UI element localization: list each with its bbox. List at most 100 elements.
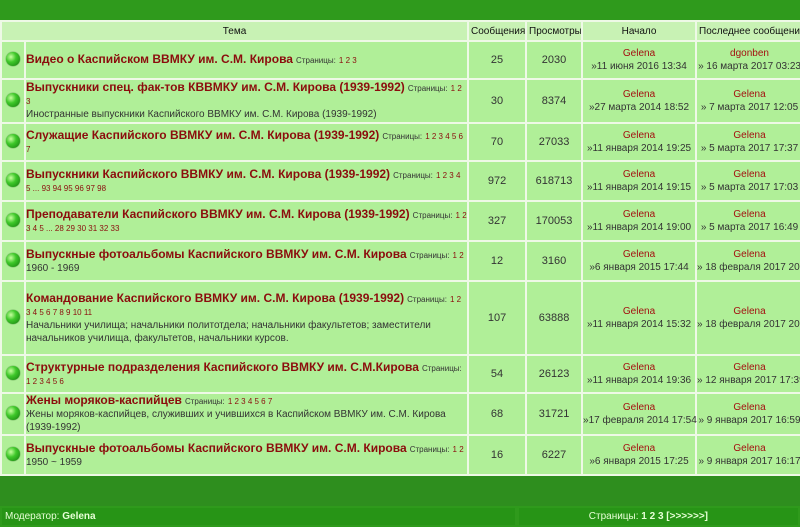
last-author-link[interactable]: Gelena	[697, 129, 800, 142]
start-author-link[interactable]: Gelena	[583, 129, 695, 142]
start-author-link[interactable]: Gelena	[583, 401, 695, 414]
start-date: »17 февраля 2014 17:54	[583, 415, 697, 426]
start-author-link[interactable]: Gelena	[583, 88, 695, 101]
start-author-link[interactable]: Gelena	[583, 248, 695, 261]
header-views: Просмотры	[527, 22, 582, 40]
topic-table: Тема Сообщения Просмотры Начало Последне…	[0, 20, 800, 476]
topic-cell: Выпускники Каспийского ВВМКУ им. С.М. Ки…	[26, 162, 468, 200]
start-date: »11 января 2014 19:25	[586, 143, 692, 154]
topic-cell: Командование Каспийского ВВМКУ им. С.М. …	[26, 282, 468, 354]
topic-page-links[interactable]: 1 2	[453, 251, 464, 260]
moderator-label: Модератор:	[5, 511, 60, 522]
topic-page-links[interactable]: 1 2 3	[339, 56, 357, 65]
start-author-link[interactable]: Gelena	[583, 361, 695, 374]
last-author-link[interactable]: Gelena	[697, 208, 800, 221]
footer-pages-label: Страницы:	[588, 511, 639, 522]
last-author-link[interactable]: dgonben	[697, 47, 800, 60]
topic-page-links[interactable]: 1 2	[453, 445, 464, 454]
topic-cell: Преподаватели Каспийского ВВМКУ им. С.М.…	[26, 202, 468, 240]
topic-pages-label: Страницы:	[393, 170, 433, 180]
table-row: Служащие Каспийского ВВМКУ им. С.М. Киро…	[2, 124, 800, 160]
last-post-date[interactable]: » 5 марта 2017 17:37	[697, 142, 800, 155]
topic-messages-count: 107	[469, 282, 526, 354]
topic-pages-label: Страницы:	[184, 397, 225, 406]
topic-cell: Выпускные фотоальбомы Каспийского ВВМКУ …	[26, 436, 468, 474]
topic-pages-label: Страницы:	[409, 250, 450, 260]
topic-start-cell: Gelena »27 марта 2014 18:52	[583, 80, 696, 122]
last-post-date[interactable]: » 18 февраля 2017 20:43	[697, 261, 800, 274]
topic-start-cell: Gelena »11 января 2014 15:32	[583, 282, 696, 354]
start-author-link[interactable]: Gelena	[583, 168, 695, 181]
last-post-date[interactable]: » 7 марта 2017 12:05	[697, 101, 800, 114]
table-row: Структурные подразделения Каспийского ВВ…	[2, 356, 800, 392]
last-author-link[interactable]: Gelena	[697, 305, 800, 318]
last-post-date[interactable]: » 9 января 2017 16:59	[697, 414, 800, 427]
topic-title-link[interactable]: Выпускники Каспийского ВВМКУ им. С.М. Ки…	[26, 167, 390, 181]
topic-start-cell: Gelena »6 января 2015 17:44	[583, 242, 696, 280]
start-author-link[interactable]: Gelena	[583, 208, 695, 221]
topic-last-post-cell: Gelena» 9 января 2017 16:17	[697, 436, 800, 474]
topic-status-icon	[6, 365, 20, 380]
last-post-date[interactable]: » 5 марта 2017 16:49	[697, 221, 800, 234]
topic-status-icon	[6, 405, 20, 420]
last-author-link[interactable]: Gelena	[697, 88, 800, 101]
topic-page-links[interactable]: 1 2 3 4 5 6 7	[228, 397, 272, 406]
topic-messages-count: 16	[469, 436, 526, 474]
topic-status-icon	[6, 446, 20, 461]
start-author-link[interactable]: Gelena	[583, 442, 695, 455]
topic-description: Иностранные выпускники Каспийского ВВМКУ…	[26, 109, 377, 120]
last-author-link[interactable]: Gelena	[697, 401, 800, 414]
footer-page-links[interactable]: 1 2 3 [>>>>>>]	[641, 511, 708, 522]
topic-title-link[interactable]: Выпускники спец. фак-тов КВВМКУ им. С.М.…	[26, 80, 405, 94]
topic-start-cell: Gelena »11 января 2014 19:00	[583, 202, 696, 240]
topic-status-cell	[2, 80, 24, 122]
topic-pages-label: Страницы:	[296, 56, 336, 65]
topic-start-cell: Gelena »11 июня 2016 13:34	[583, 42, 696, 78]
last-author-link[interactable]: Gelena	[697, 361, 800, 374]
topic-pages-label: Страницы:	[412, 210, 453, 220]
last-post-date[interactable]: » 5 марта 2017 17:03	[697, 181, 800, 194]
footer-bar: Модератор: Gelena Страницы: 1 2 3 [>>>>>…	[0, 506, 800, 527]
topic-last-post-cell: Gelena» 7 марта 2017 12:05	[697, 80, 800, 122]
moderator-info: Модератор: Gelena	[2, 508, 515, 525]
topic-cell: Видео о Каспийском ВВМКУ им. С.М. Кирова…	[26, 42, 468, 78]
table-row: Преподаватели Каспийского ВВМКУ им. С.М.…	[2, 202, 800, 240]
topic-messages-count: 25	[469, 42, 526, 78]
last-post-date[interactable]: » 12 января 2017 17:39	[697, 374, 800, 387]
moderator-link[interactable]: Gelena	[62, 511, 95, 522]
topic-status-cell	[2, 356, 24, 392]
topic-title-link[interactable]: Видео о Каспийском ВВМКУ им. С.М. Кирова	[26, 52, 293, 66]
last-author-link[interactable]: Gelena	[697, 168, 800, 181]
topic-status-icon	[6, 133, 20, 148]
topic-last-post-cell: Gelena» 9 января 2017 16:59	[697, 394, 800, 434]
start-date: »11 июня 2016 13:34	[591, 61, 687, 72]
topic-title-link[interactable]: Служащие Каспийского ВВМКУ им. С.М. Киро…	[26, 128, 379, 142]
topic-status-cell	[2, 394, 24, 434]
topic-title-link[interactable]: Структурные подразделения Каспийского ВВ…	[26, 360, 419, 374]
topic-messages-count: 327	[469, 202, 526, 240]
topic-title-link[interactable]: Жены моряков-каспийцев	[26, 393, 182, 407]
start-author-link[interactable]: Gelena	[583, 305, 695, 318]
last-author-link[interactable]: Gelena	[697, 442, 800, 455]
topic-title-link[interactable]: Выпускные фотоальбомы Каспийского ВВМКУ …	[26, 441, 407, 455]
topic-views-count: 27033	[527, 124, 582, 160]
last-post-date[interactable]: » 18 февраля 2017 20:14	[697, 318, 800, 331]
topic-title-link[interactable]: Выпускные фотоальбомы Каспийского ВВМКУ …	[26, 247, 407, 261]
topic-title-link[interactable]: Командование Каспийского ВВМКУ им. С.М. …	[26, 291, 404, 305]
topic-pages-label: Страницы:	[409, 444, 450, 454]
topic-page-links[interactable]: 1 2 3 4 5 6	[26, 377, 64, 386]
topic-views-count: 2030	[527, 42, 582, 78]
last-author-link[interactable]: Gelena	[697, 248, 800, 261]
topic-messages-count: 68	[469, 394, 526, 434]
topic-views-count: 6227	[527, 436, 582, 474]
topic-description: Жены моряков-каспийцев, служивших и учив…	[26, 409, 446, 433]
start-author-link[interactable]: Gelena	[583, 47, 695, 60]
last-post-date[interactable]: » 9 января 2017 16:17	[697, 455, 800, 468]
topic-title-link[interactable]: Преподаватели Каспийского ВВМКУ им. С.М.…	[26, 207, 410, 221]
topic-views-count: 31721	[527, 394, 582, 434]
topic-last-post-cell: Gelena» 18 февраля 2017 20:14	[697, 282, 800, 354]
top-bar	[0, 0, 800, 20]
start-date: »27 марта 2014 18:52	[588, 102, 690, 113]
last-post-date[interactable]: » 16 марта 2017 03:23	[697, 60, 800, 73]
topic-pages-label: Страницы:	[382, 131, 423, 141]
